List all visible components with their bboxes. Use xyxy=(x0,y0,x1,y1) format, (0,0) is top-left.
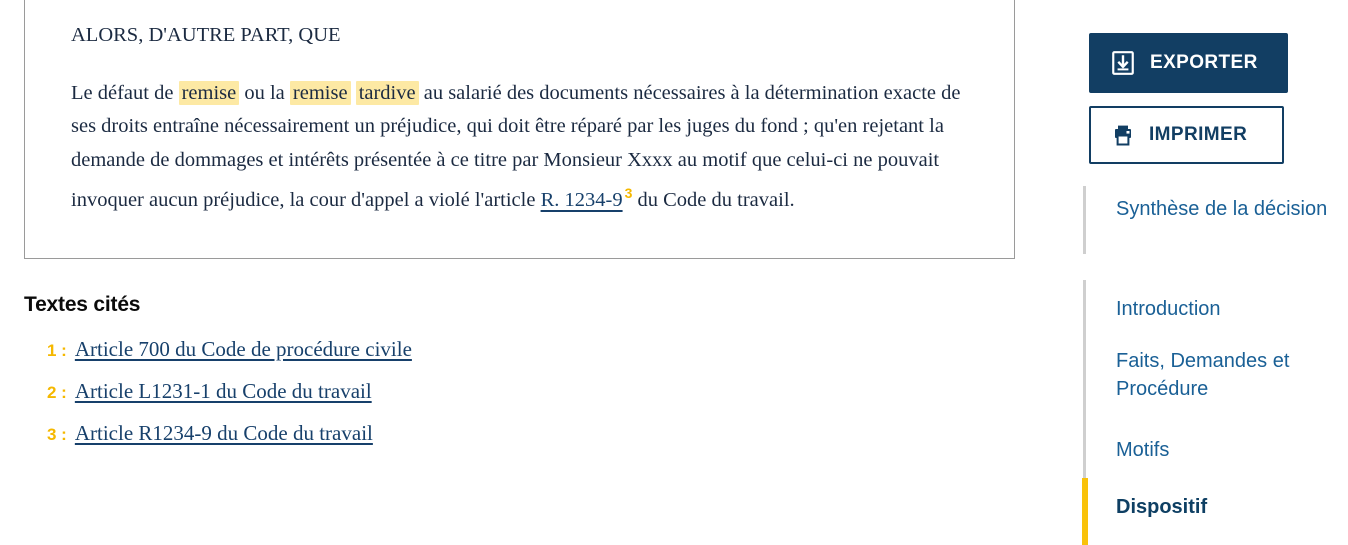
cited-texts-section: Textes cités 1 : Article 700 du Code de … xyxy=(24,293,984,463)
article-link-r1234-9[interactable]: R. 1234-9 xyxy=(541,189,623,211)
export-button[interactable]: EXPORTER xyxy=(1089,33,1288,93)
main-content-column: ALORS, D'AUTRE PART, QUE Le défaut de re… xyxy=(0,0,1040,545)
cited-item-link[interactable]: Article R1234-9 du Code du travail xyxy=(75,421,373,446)
cited-item-number: 3 : xyxy=(47,425,67,444)
decision-text-box: ALORS, D'AUTRE PART, QUE Le défaut de re… xyxy=(24,0,1015,259)
text-space xyxy=(351,82,356,104)
highlight-remise-1: remise xyxy=(178,80,240,105)
sidebar-item-faits-demandes-procedure[interactable]: Faits, Demandes et Procédure xyxy=(1116,347,1346,403)
print-button[interactable]: IMPRIMER xyxy=(1089,106,1284,164)
sidebar-item-introduction[interactable]: Introduction xyxy=(1116,295,1346,323)
list-item: 1 : Article 700 du Code de procédure civ… xyxy=(24,337,984,362)
sidebar-item-synthese[interactable]: Synthèse de la décision xyxy=(1116,195,1346,223)
cited-item-link[interactable]: Article 700 du Code de procédure civile xyxy=(75,337,412,362)
cited-item-link[interactable]: Article L1231-1 du Code du travail xyxy=(75,379,372,404)
nav-rail-segment-top xyxy=(1083,186,1086,254)
highlight-remise-2: remise xyxy=(289,80,351,105)
paragraph-alors: ALORS, D'AUTRE PART, QUE xyxy=(71,24,341,46)
download-box-icon xyxy=(1110,50,1136,76)
cited-item-number: 2 : xyxy=(47,383,67,402)
citation-ref-superscript[interactable]: 3 xyxy=(623,185,633,201)
sidebar-item-motifs[interactable]: Motifs xyxy=(1116,436,1346,464)
sidebar-item-dispositif[interactable]: Dispositif xyxy=(1116,493,1346,521)
print-button-label: IMPRIMER xyxy=(1149,124,1248,145)
cited-texts-list: 1 : Article 700 du Code de procédure civ… xyxy=(24,337,984,446)
highlight-tardive: tardive xyxy=(355,80,419,105)
list-item: 2 : Article L1231-1 du Code du travail xyxy=(24,379,984,404)
decision-page: ALORS, D'AUTRE PART, QUE Le défaut de re… xyxy=(0,0,1348,545)
text-lead: Le défaut de xyxy=(71,81,179,104)
right-sidebar: EXPORTER IMPRIMER Synthèse de la décisio… xyxy=(1060,0,1348,545)
nav-rail-segment-main xyxy=(1083,280,1086,478)
cited-texts-title: Textes cités xyxy=(24,293,141,316)
paragraph-body: Le défaut de remise ou la remise tardive… xyxy=(71,77,968,218)
cited-item-number: 1 : xyxy=(47,341,67,360)
export-button-label: EXPORTER xyxy=(1150,52,1258,73)
nav-active-indicator xyxy=(1082,478,1088,545)
list-item: 3 : Article R1234-9 du Code du travail xyxy=(24,421,984,446)
text-end: du Code du travail. xyxy=(632,188,795,211)
printer-icon xyxy=(1111,123,1135,147)
text-mid-1: ou la xyxy=(239,81,290,104)
